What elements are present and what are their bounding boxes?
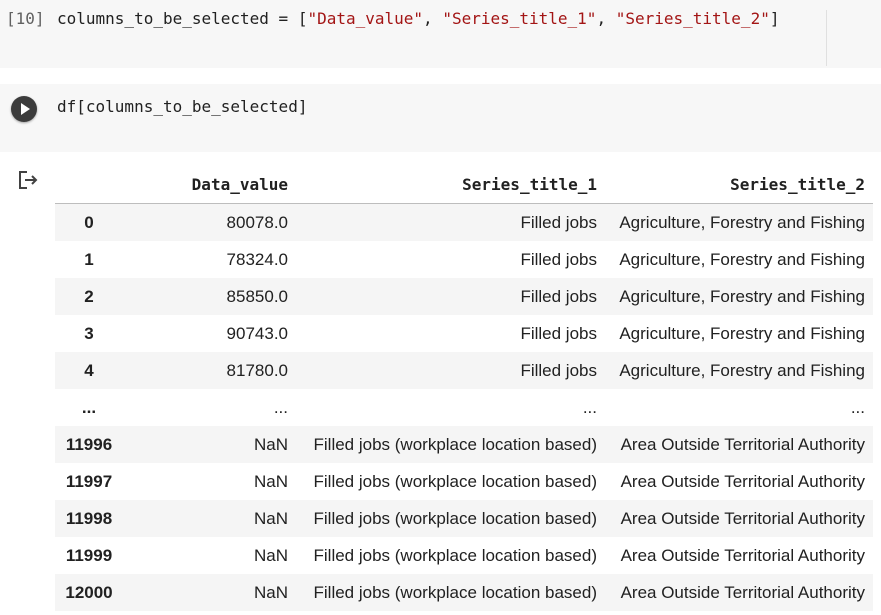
row-index: ... — [81, 397, 97, 417]
cell-series-title-2: Agriculture, Forestry and Fishing — [619, 249, 865, 269]
cell-data-value: NaN — [253, 582, 288, 602]
execution-count: [10] — [6, 9, 45, 28]
cell-data-value: 78324.0 — [226, 249, 288, 269]
cell-series-title-2: Agriculture, Forestry and Fishing — [619, 360, 865, 380]
row-index: 0 — [84, 212, 94, 232]
header-row: Data_value Series_title_1 Series_title_2 — [55, 166, 873, 204]
code-sep-1: , — [423, 9, 443, 28]
ellipsis-row: ............ — [55, 389, 873, 426]
table-row: 11998 NaN Filled jobs (workplace location … — [55, 500, 873, 537]
row-index: 1 — [84, 249, 94, 269]
cell-series-title-1: Filled jobs (workplace location based) — [313, 582, 597, 602]
cell-series-title-1: Filled jobs — [520, 360, 597, 380]
table-row: 1 78324.0 Filled jobs Agriculture, Forestry… — [55, 241, 873, 278]
table-row: 2 85850.0 Filled jobs Agriculture, Forestry… — [55, 278, 873, 315]
row-index: 12000 — [65, 582, 113, 602]
cell-series-title-2: Area Outside Territorial Authority — [620, 434, 865, 454]
cell-data-value: 80078.0 — [226, 212, 288, 232]
row-index: 11996 — [65, 434, 113, 454]
cell-data-value: NaN — [253, 508, 288, 528]
cell-data-value: 85850.0 — [226, 286, 288, 306]
code-suffix: ] — [769, 9, 780, 28]
table-row: 0 80078.0 Filled jobs Agriculture, Forestry… — [55, 203, 873, 241]
code-cell-1[interactable]: [10] columns_to_be_selected = ["Data_val… — [0, 0, 881, 68]
cell-series-title-2: Area Outside Territorial Authority — [620, 508, 865, 528]
table-row: 4 81780.0 Filled jobs Agriculture, Forestry… — [55, 352, 873, 389]
cell-series-title-2: Agriculture, Forestry and Fishing — [619, 286, 865, 306]
cell-divider — [826, 10, 827, 66]
run-cell-button[interactable] — [11, 96, 37, 122]
table-row: 3 90743.0 Filled jobs Agriculture, Forestry… — [55, 315, 873, 352]
cell-series-title-1: Filled jobs (workplace location based) — [313, 508, 597, 528]
code-string-2: "Series_title_1" — [442, 9, 597, 28]
cell-series-title-2: Agriculture, Forestry and Fishing — [619, 323, 865, 343]
cell-data-value: NaN — [253, 545, 288, 565]
row-index: 11997 — [65, 471, 113, 491]
table-row: 11997 NaN Filled jobs (workplace location … — [55, 463, 873, 500]
cell-data-value: NaN — [253, 471, 288, 491]
code-line-columns[interactable]: columns_to_be_selected = ["Data_value", … — [57, 9, 779, 28]
row-index: 11998 — [65, 508, 113, 528]
cell-data-value: 81780.0 — [226, 360, 288, 380]
cell-series-title-2: Area Outside Territorial Authority — [620, 582, 865, 602]
cell-series-title-1: Filled jobs — [520, 212, 597, 232]
cell-series-title-2: ... — [850, 397, 865, 417]
row-index: 11999 — [65, 545, 113, 565]
dataframe-output: Data_value Series_title_1 Series_title_2… — [55, 166, 873, 611]
cell-series-title-1: Filled jobs (workplace location based) — [313, 434, 597, 454]
row-index: 3 — [84, 323, 94, 343]
cell-series-title-1: Filled jobs — [520, 249, 597, 269]
output-arrow-icon[interactable] — [17, 170, 39, 190]
code-string-1: "Data_value" — [307, 9, 424, 28]
table-row: 12000 NaN Filled jobs (workplace location … — [55, 574, 873, 611]
row-index: 2 — [84, 286, 94, 306]
code-string-3: "Series_title_2" — [615, 9, 770, 28]
column-header-series-title-1: Series_title_1 — [296, 166, 605, 204]
cell-series-title-1: Filled jobs — [520, 323, 597, 343]
index-header — [55, 166, 123, 204]
cell-data-value: 90743.0 — [226, 323, 288, 343]
code-prefix: columns_to_be_selected = [ — [57, 9, 308, 28]
code-sep-2: , — [596, 9, 616, 28]
row-index: 4 — [84, 360, 94, 380]
cell-series-title-2: Agriculture, Forestry and Fishing — [619, 212, 865, 232]
cell-series-title-1: ... — [582, 397, 597, 417]
cell-data-value: ... — [273, 397, 288, 417]
cell-series-title-1: Filled jobs (workplace location based) — [313, 545, 597, 565]
code-line-df[interactable]: df[columns_to_be_selected] — [57, 97, 307, 116]
cell-series-title-1: Filled jobs — [520, 286, 597, 306]
cell-series-title-2: Area Outside Territorial Authority — [620, 471, 865, 491]
cell-data-value: NaN — [253, 434, 288, 454]
column-header-data-value: Data_value — [123, 166, 296, 204]
table-row: 11996 NaN Filled jobs (workplace location … — [55, 426, 873, 463]
cell-series-title-2: Area Outside Territorial Authority — [620, 545, 865, 565]
cell-series-title-1: Filled jobs (workplace location based) — [313, 471, 597, 491]
column-header-series-title-2: Series_title_2 — [605, 166, 873, 204]
table-row: 11999 NaN Filled jobs (workplace location … — [55, 537, 873, 574]
code-cell-2[interactable] — [0, 84, 881, 152]
